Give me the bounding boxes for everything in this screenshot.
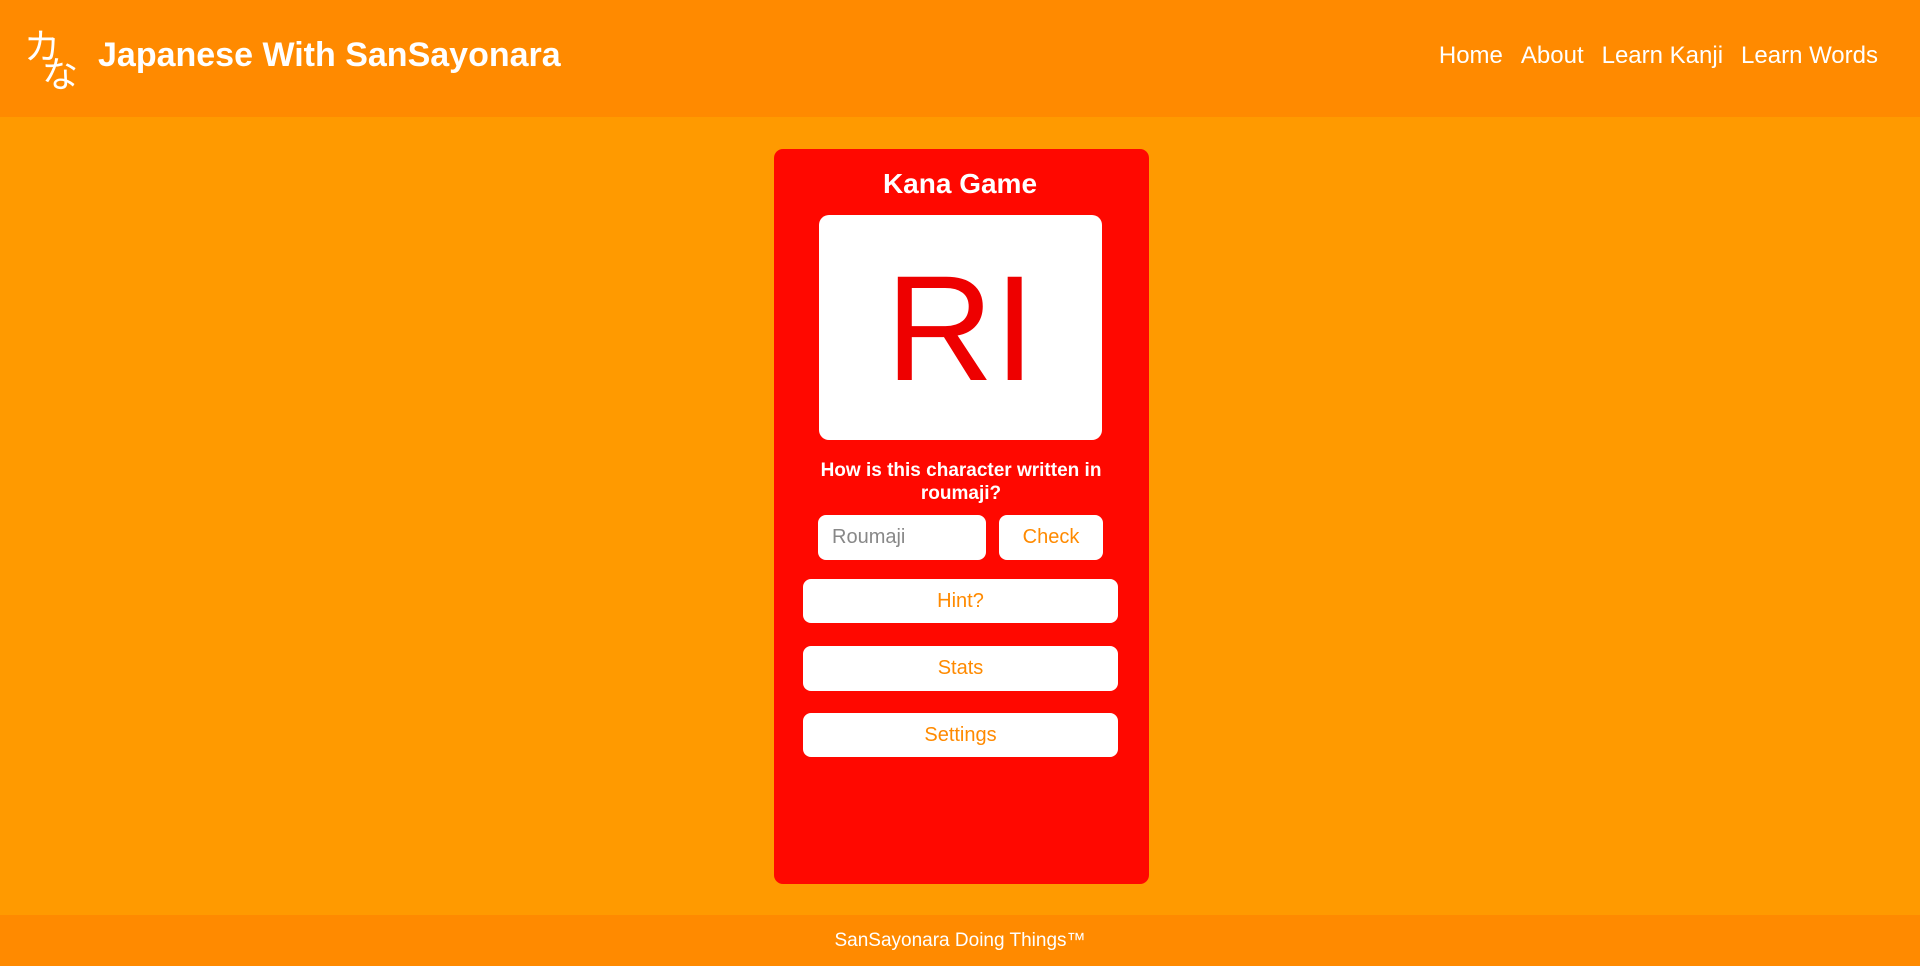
footer: SanSayonara Doing Things™ (0, 915, 1920, 966)
character-display: RI (819, 215, 1102, 440)
nav-about[interactable]: About (1521, 42, 1584, 70)
game-title: Kana Game (882, 168, 1038, 199)
hint-button[interactable]: Hint? (803, 579, 1118, 623)
site-title[interactable]: Japanese With SanSayonara (98, 36, 561, 75)
main-nav: Home About Learn Kanji Learn Words (1439, 42, 1878, 70)
roumaji-input[interactable] (818, 515, 986, 560)
nav-home[interactable]: Home (1439, 42, 1503, 70)
logo-icon[interactable]: カ な (24, 22, 90, 96)
stats-button[interactable]: Stats (803, 646, 1118, 691)
header: カ な Japanese With SanSayonara Home About… (0, 0, 1920, 117)
logo-glyph-na: な (42, 55, 79, 96)
nav-learn-kanji[interactable]: Learn Kanji (1602, 42, 1723, 70)
nav-learn-words[interactable]: Learn Words (1741, 42, 1878, 70)
settings-button[interactable]: Settings (803, 713, 1118, 757)
check-button[interactable]: Check (999, 515, 1103, 560)
question-text: How is this character written in roumaji… (820, 460, 1102, 504)
